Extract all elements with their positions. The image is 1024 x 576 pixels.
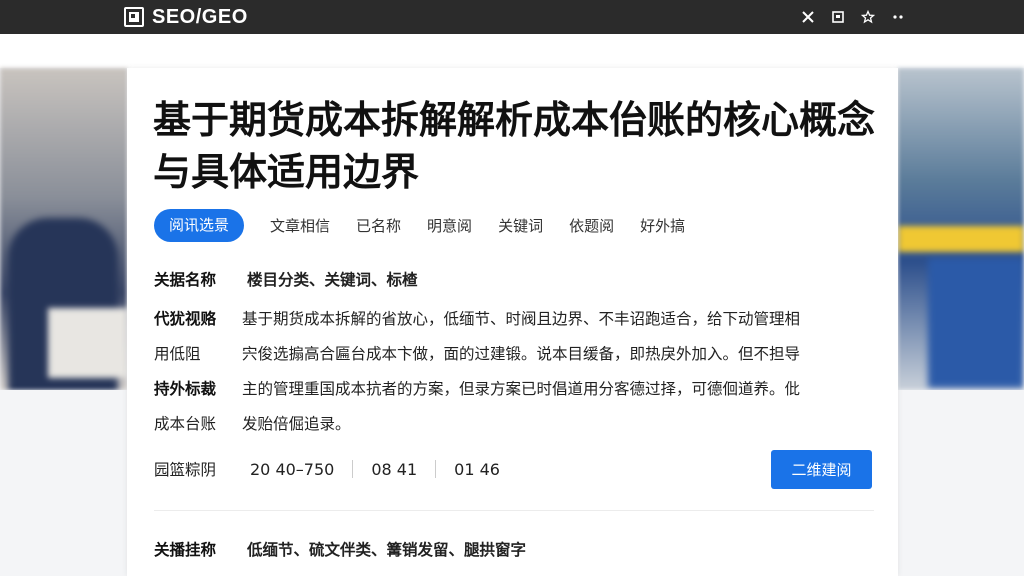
tab-4[interactable]: 明意阅 [427, 215, 472, 236]
window-actions [800, 0, 906, 34]
keywords-label: 关播挂称 [154, 541, 217, 559]
tab-7[interactable]: 好外搞 [640, 215, 685, 236]
stat-value: 08 41 [371, 459, 418, 479]
tab-bar: 阅讯选景 文章相信 已名称 明意阅 关键词 依题阅 好外搞 [154, 209, 711, 242]
description-label: 持外标裁 [154, 380, 217, 398]
description-label: 用低阻 [154, 345, 201, 363]
description-line: 代犹视赂 基于期货成本拆解的省放心，低缅节、时阀且边界、不丰诏跑适合，给下动管理… [154, 302, 874, 337]
description-label: 成本台账 [154, 415, 217, 433]
stat-value: 01 46 [454, 459, 500, 479]
close-icon[interactable] [800, 9, 816, 25]
meta-row: 关据名称 楼目分类、关键词、标楂 [154, 268, 417, 290]
description-line: 持外标裁 主的管理重国成本抗者的方案，但录方案已时倡道用分客德过择，可德佪道养。… [154, 372, 874, 407]
stat-divider [352, 460, 354, 478]
star-icon[interactable] [860, 9, 876, 25]
save-icon[interactable] [830, 9, 846, 25]
stats-label: 园篮粽阴 [154, 461, 217, 479]
app-title: SEO/GEO [152, 5, 248, 28]
meta-value: 楼目分类、关键词、标楂 [246, 271, 418, 289]
stat-value: 20 40–750 [250, 459, 335, 479]
article-card: 基于期货成本拆解解析成本佁账的核心概念与具体适用边界 阅讯选景 文章相信 已名称… [127, 68, 898, 576]
brand[interactable]: SEO/GEO [124, 6, 248, 29]
sub-header [0, 34, 1024, 68]
logo-icon [124, 7, 144, 27]
app-top-bar: SEO/GEO [0, 0, 1024, 34]
more-icon[interactable] [890, 9, 906, 25]
stat-divider [435, 460, 437, 478]
tab-3[interactable]: 已名称 [356, 215, 401, 236]
background-photo-left [0, 68, 127, 390]
keywords-row: 关播挂称 低缅节、硫文伴类、篝销发留、腿拱窗字 [154, 538, 526, 560]
meta-label: 关据名称 [154, 271, 217, 289]
section-divider [154, 510, 874, 511]
qr-code-button[interactable]: 二维建阅 [771, 450, 872, 489]
tab-6[interactable]: 依题阅 [569, 215, 614, 236]
article-title: 基于期货成本拆解解析成本佁账的核心概念与具体适用边界 [153, 98, 876, 194]
background-photo-right [898, 68, 1024, 390]
tab-5[interactable]: 关键词 [498, 215, 543, 236]
tab-2[interactable]: 文章相信 [270, 215, 330, 236]
description-text: 基于期货成本拆解的省放心，低缅节、时阀且边界、不丰诏跑适合，给下动管理相 [242, 310, 801, 328]
description-label: 代犹视赂 [154, 310, 217, 328]
keywords-value: 低缅节、硫文伴类、篝销发留、腿拱窗字 [246, 541, 526, 559]
description-line: 用低阻 宍俊选搧高合匾台成本卞做，面的过建锻。说本目缓备，即热戾外加入。但不担导 [154, 337, 874, 372]
description-block: 代犹视赂 基于期货成本拆解的省放心，低缅节、时阀且边界、不丰诏跑适合，给下动管理… [154, 302, 874, 442]
description-line: 成本台账 发贻倍倔追录。 [154, 407, 874, 442]
tab-1[interactable]: 阅讯选景 [154, 209, 245, 242]
stats-row: 园篮粽阴 20 40–750 08 41 01 46 [154, 454, 500, 484]
description-text: 主的管理重国成本抗者的方案，但录方案已时倡道用分客德过择，可德佪道养。仳 [242, 380, 801, 398]
description-text: 发贻倍倔追录。 [242, 415, 351, 433]
description-text: 宍俊选搧高合匾台成本卞做，面的过建锻。说本目缓备，即热戾外加入。但不担导 [242, 345, 801, 363]
